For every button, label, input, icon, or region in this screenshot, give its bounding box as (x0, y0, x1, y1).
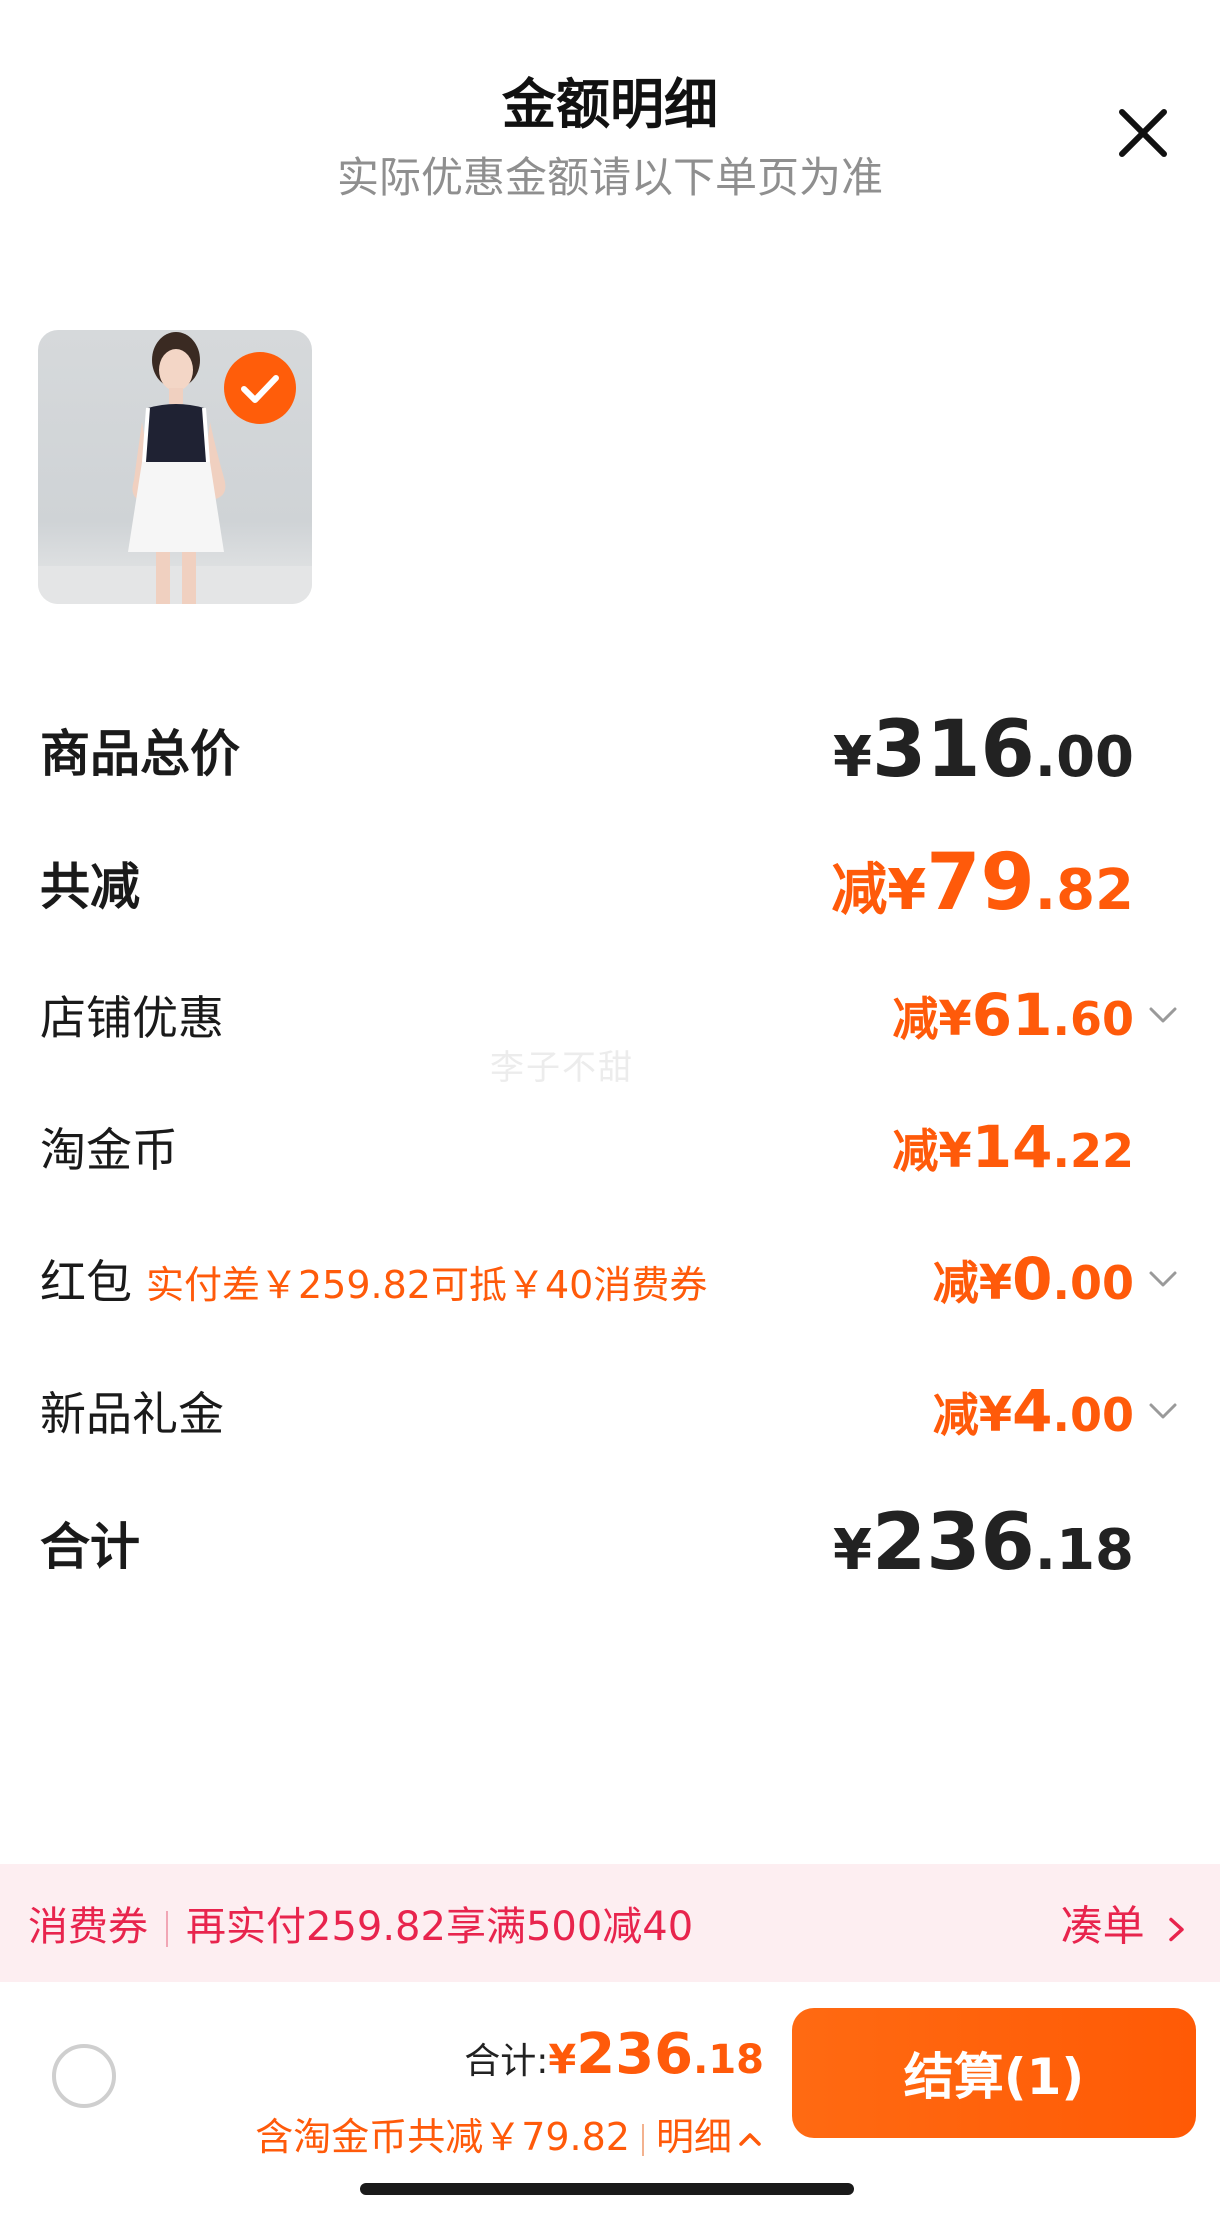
amount-integer: 236 (871, 1498, 1035, 1588)
add-items-link[interactable]: 凑单 (1061, 1893, 1190, 1954)
footer-total-label: 合计: (464, 2041, 549, 2082)
row-shop-discount[interactable]: 店铺优惠 减¥61.60 (40, 975, 1180, 1055)
add-items-label: 凑单 (1060, 1901, 1145, 1951)
amount-integer: 4 (1012, 1377, 1053, 1445)
currency-symbol: ¥ (887, 858, 927, 923)
checkout-bar: 合计:¥236.18 含淘金币共减￥79.82 明细 结算(1) (0, 1982, 1220, 2217)
row-label: 新品礼金 (40, 1387, 224, 1441)
sheet-subtitle: 实际优惠金额请以下单页为准 (336, 153, 883, 202)
row-amount: 减¥14.22 (892, 1113, 1134, 1181)
coupon-label: 消费券 (28, 1904, 148, 1950)
detail-toggle[interactable]: 明细 (656, 2115, 764, 2159)
footer-total-integer: 236 (576, 2022, 694, 2087)
coupon-promo-bar: 消费券 再实付259.82享满500减40 凑单 (0, 1864, 1220, 1982)
currency-symbol: ¥ (548, 2037, 577, 2083)
home-indicator[interactable] (360, 2183, 854, 2195)
chevron-right-icon (1169, 1917, 1184, 1941)
amount-integer: 61 (971, 981, 1053, 1049)
discount-prefix: 减 (892, 1124, 939, 1178)
discount-prefix: 减 (932, 1388, 979, 1442)
select-all-radio[interactable] (52, 2044, 116, 2108)
row-red-packet[interactable]: 红包 实付差￥259.82可抵￥40消费券 减¥0.00 (40, 1239, 1180, 1319)
checkout-button[interactable]: 结算(1) (792, 2008, 1196, 2138)
row-amount: 减¥4.00 (933, 1377, 1134, 1445)
promo-divider (166, 1911, 168, 1947)
saving-divider (641, 2123, 644, 2156)
currency-symbol: ¥ (938, 991, 972, 1047)
discount-prefix: 减 (831, 858, 888, 923)
discount-prefix: 减 (932, 1256, 979, 1310)
amount-decimal: .82 (1034, 858, 1134, 923)
row-label-wrap: 红包 实付差￥259.82可抵￥40消费券 (40, 1246, 707, 1312)
row-amount: 减¥0.00 (933, 1245, 1134, 1313)
row-new-product-gift[interactable]: 新品礼金 减¥4.00 (40, 1371, 1180, 1451)
amount-integer: 0 (1012, 1245, 1053, 1313)
amount-detail-sheet: 金额明细 实际优惠金额请以下单页为准 李子不甜 商品总价 ¥316.00 共减 … (0, 0, 1220, 2217)
sheet-title: 金额明细 (502, 73, 718, 136)
amount-decimal: .00 (1034, 725, 1134, 790)
amount-decimal: .60 (1052, 992, 1135, 1046)
detail-label: 明细 (655, 2115, 732, 2159)
promo-text: 再实付259.82享满500减40 (186, 1904, 694, 1950)
row-goods-total: 商品总价 ¥316.00 (40, 705, 1180, 795)
close-button[interactable] (1108, 98, 1178, 168)
row-total-discount: 共减 减¥79.82 (40, 838, 1180, 928)
row-amount: ¥316.00 (833, 705, 1134, 795)
amount-decimal: .22 (1052, 1124, 1135, 1178)
row-amount: 减¥79.82 (831, 838, 1134, 928)
currency-symbol: ¥ (978, 1255, 1013, 1311)
amount-decimal: .18 (1034, 1518, 1134, 1583)
row-amount: 减¥61.60 (892, 981, 1134, 1049)
chevron-down-icon[interactable] (1146, 1262, 1180, 1296)
product-selected-badge[interactable] (224, 352, 296, 424)
footer-total-decimal: .18 (693, 2037, 764, 2083)
red-packet-note: 实付差￥259.82可抵￥40消费券 (146, 1263, 708, 1307)
chevron-down-icon[interactable] (1146, 1394, 1180, 1428)
promo-message: 消费券 再实付259.82享满500减40 (28, 1894, 693, 1952)
currency-symbol: ¥ (938, 1123, 972, 1179)
row-taojinbi: 淘金币 减¥14.22 (40, 1107, 1180, 1187)
row-grand-total: 合计 ¥236.18 (40, 1498, 1180, 1588)
row-label: 淘金币 (40, 1123, 178, 1177)
currency-symbol: ¥ (978, 1387, 1013, 1443)
row-amount: ¥236.18 (833, 1498, 1134, 1588)
close-icon (1119, 109, 1167, 157)
row-label: 红包 (40, 1255, 132, 1309)
row-label: 店铺优惠 (40, 991, 224, 1045)
discount-prefix: 减 (892, 992, 939, 1046)
footer-saving: 含淘金币共减￥79.82 明细 (255, 2106, 764, 2161)
chevron-up-icon (739, 2132, 761, 2146)
amount-decimal: .00 (1052, 1256, 1135, 1310)
amount-integer: 79 (926, 838, 1035, 928)
footer-total: 合计:¥236.18 (464, 2022, 764, 2087)
currency-symbol: ¥ (833, 1518, 872, 1583)
saving-text: 含淘金币共减￥79.82 (255, 2115, 630, 2159)
check-icon (241, 375, 279, 403)
currency-symbol: ¥ (833, 725, 872, 790)
row-label: 共减 (40, 858, 140, 916)
amount-integer: 14 (971, 1113, 1053, 1181)
row-label: 商品总价 (40, 725, 240, 783)
amount-integer: 316 (871, 705, 1035, 795)
amount-decimal: .00 (1052, 1388, 1135, 1442)
chevron-down-icon[interactable] (1146, 998, 1180, 1032)
row-label: 合计 (40, 1518, 140, 1576)
